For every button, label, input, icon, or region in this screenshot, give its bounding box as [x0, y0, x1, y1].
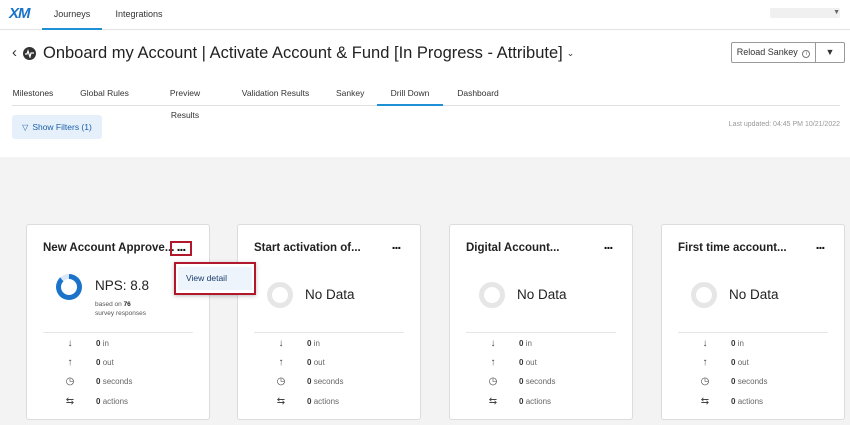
stat-seconds: ◷ 0 seconds — [27, 376, 211, 390]
stat-out: ↑ 0 out — [662, 357, 846, 371]
tab-validation-results[interactable]: Validation Results — [241, 82, 310, 106]
show-filters-label: Show Filters (1) — [32, 122, 92, 132]
stat-out: ↑ 0 out — [27, 357, 211, 371]
swap-arrows-icon: ⇆ — [700, 396, 710, 407]
tab-milestones[interactable]: Milestones — [12, 82, 54, 106]
stat-actions: ⇆ 0 actions — [238, 396, 422, 410]
milestone-card: Start activation of... ... No Data ↓ 0 in… — [237, 224, 421, 420]
journey-pulse-icon — [23, 46, 36, 60]
show-filters-button[interactable]: ▽ Show Filters (1) — [12, 115, 102, 139]
card-title: New Account Approve... — [43, 242, 175, 254]
clock-icon: ◷ — [700, 376, 710, 387]
card-divider — [466, 332, 616, 333]
reload-options-dropdown[interactable]: ▼ — [816, 42, 845, 63]
stat-in: ↓ 0 in — [238, 338, 422, 352]
tab-global-rules[interactable]: Global Rules — [80, 82, 129, 106]
arrow-down-icon: ↓ — [702, 338, 708, 349]
view-detail-menu-item[interactable]: View detail — [178, 267, 252, 290]
card-title: Digital Account... — [466, 242, 560, 254]
arrow-down-icon: ↓ — [490, 338, 496, 349]
milestone-card: Digital Account... ... No Data ↓ 0 in ↑ 0 … — [449, 224, 633, 420]
nps-donut-chart — [56, 274, 82, 300]
stat-seconds: ◷ 0 seconds — [450, 376, 634, 390]
page-header: ‹ Onboard my Account | Activate Account … — [12, 42, 574, 64]
card-divider — [43, 332, 193, 333]
xm-logo[interactable]: XM — [9, 5, 30, 22]
clock-icon: ◷ — [488, 376, 498, 387]
back-arrow-icon[interactable]: ‹ — [12, 44, 17, 62]
reload-sankey-label: Reload Sankey — [736, 47, 798, 57]
swap-arrows-icon: ⇆ — [276, 396, 286, 407]
tab-dashboard[interactable]: Dashboard — [456, 82, 500, 106]
arrow-up-icon: ↑ — [278, 357, 284, 368]
reload-sankey-button[interactable]: Reload Sankey i — [731, 42, 816, 63]
nps-response-count: based on 76 survey responses — [95, 301, 146, 317]
card-divider — [678, 332, 828, 333]
card-title: First time account... — [678, 242, 787, 254]
arrow-down-icon: ↓ — [67, 338, 73, 349]
tab-drill-down[interactable]: Drill Down — [377, 82, 443, 106]
arrow-up-icon: ↑ — [490, 357, 496, 368]
stat-actions: ⇆ 0 actions — [450, 396, 634, 410]
empty-donut-chart — [691, 282, 717, 308]
last-updated-text: Last updated: 04:45 PM 10/21/2022 — [728, 121, 840, 128]
info-icon: i — [802, 50, 811, 58]
stat-out: ↑ 0 out — [238, 357, 422, 371]
stat-in: ↓ 0 in — [27, 338, 211, 352]
page-title: Onboard my Account | Activate Account & … — [43, 43, 563, 62]
nps-score: NPS: 8.8 — [95, 278, 150, 293]
more-options-icon[interactable]: ... — [597, 237, 619, 256]
stat-in: ↓ 0 in — [450, 338, 634, 352]
swap-arrows-icon: ⇆ — [488, 396, 498, 407]
more-options-icon[interactable]: ... — [385, 237, 407, 256]
arrow-up-icon: ↑ — [702, 357, 708, 368]
top-nav-bar: XM Journeys Integrations ▼ — [0, 0, 850, 30]
milestone-card: First time account... ... No Data ↓ 0 in … — [661, 224, 845, 420]
more-options-icon[interactable]: ... — [809, 237, 831, 256]
stat-in: ↓ 0 in — [662, 338, 846, 352]
card-options-menu: View detail — [174, 262, 256, 295]
card-title: Start activation of... — [254, 242, 361, 254]
arrow-up-icon: ↑ — [67, 357, 73, 368]
tab-preview-results[interactable]: Preview Results — [155, 82, 215, 120]
swap-arrows-icon: ⇆ — [65, 396, 75, 407]
nav-tab-integrations[interactable]: Integrations — [108, 0, 170, 30]
stat-actions: ⇆ 0 actions — [27, 396, 211, 410]
chevron-down-icon[interactable]: ⌄ — [567, 48, 575, 59]
stat-actions: ⇆ 0 actions — [662, 396, 846, 410]
card-divider — [254, 332, 404, 333]
no-data-text: No Data — [729, 287, 779, 302]
filter-icon: ▽ — [22, 123, 29, 132]
stat-seconds: ◷ 0 seconds — [662, 376, 846, 390]
sub-tabs: Milestones Global Rules Preview Results … — [0, 82, 850, 120]
tab-sankey[interactable]: Sankey — [336, 82, 364, 106]
more-options-icon[interactable]: ... — [170, 239, 192, 256]
chevron-down-icon[interactable]: ▼ — [833, 9, 840, 16]
milestone-card: New Account Approve... ... NPS: 8.8 base… — [26, 224, 210, 420]
no-data-text: No Data — [305, 287, 355, 302]
stat-out: ↑ 0 out — [450, 357, 634, 371]
arrow-down-icon: ↓ — [278, 338, 284, 349]
stat-seconds: ◷ 0 seconds — [238, 376, 422, 390]
clock-icon: ◷ — [65, 376, 75, 387]
no-data-text: No Data — [517, 287, 567, 302]
user-menu[interactable] — [770, 8, 840, 18]
empty-donut-chart — [479, 282, 505, 308]
nav-tab-journeys[interactable]: Journeys — [42, 0, 102, 30]
empty-donut-chart — [267, 282, 293, 308]
clock-icon: ◷ — [276, 376, 286, 387]
